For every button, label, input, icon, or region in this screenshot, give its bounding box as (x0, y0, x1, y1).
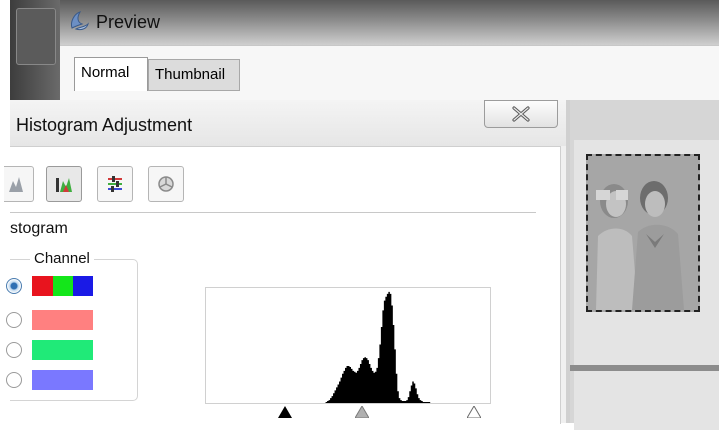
channel-radio-red[interactable] (6, 312, 22, 328)
gamma-slider[interactable] (354, 405, 371, 423)
black-point-slider[interactable] (278, 405, 293, 423)
reset-button[interactable] (148, 166, 184, 202)
gamma-marker-icon (354, 405, 371, 419)
histogram-chart (206, 291, 490, 403)
scan-selection-box[interactable] (586, 154, 700, 312)
histogram-area (206, 291, 490, 403)
rgb-swatch-blue (73, 276, 93, 296)
white-point-slider[interactable] (465, 405, 482, 423)
histogram-tool-icon (9, 177, 23, 192)
channel-radio-rgb[interactable] (6, 278, 22, 294)
window-edge-panel (16, 8, 56, 65)
levels-tool-button[interactable] (46, 166, 82, 202)
preview-photo (588, 156, 698, 310)
channel-radio-blue[interactable] (6, 372, 22, 388)
channel-legend: Channel (30, 250, 94, 267)
histogram-plot (205, 287, 491, 404)
rgb-swatch-red (32, 276, 53, 296)
color-balance-icon (108, 176, 122, 192)
close-button[interactable] (484, 100, 558, 128)
dialog-title: Histogram Adjustment (16, 115, 193, 135)
tab-normal[interactable]: Normal (74, 57, 148, 91)
rgb-swatch-green (53, 276, 73, 296)
app-logo-icon (68, 10, 90, 32)
reset-icon (158, 176, 174, 192)
channel-swatch-rgb (32, 276, 93, 296)
window-title: Preview (96, 12, 161, 32)
channel-swatch-red (32, 310, 93, 330)
window-edge (10, 0, 61, 100)
black-point-marker-icon (278, 406, 293, 418)
white-point-marker-icon (465, 405, 482, 419)
channel-radio-green[interactable] (6, 342, 22, 358)
preview-divider (566, 365, 719, 371)
channel-swatch-green (32, 340, 93, 360)
levels-tool-icon (56, 178, 72, 192)
histogram-tool-button[interactable] (4, 166, 34, 202)
channel-swatch-blue (32, 370, 93, 390)
tab-thumbnail[interactable]: Thumbnail (148, 59, 240, 91)
close-icon (512, 106, 530, 122)
toolbar-separator (10, 212, 536, 213)
histogram-section-label: stogram (10, 220, 68, 237)
color-balance-button[interactable] (97, 166, 133, 202)
